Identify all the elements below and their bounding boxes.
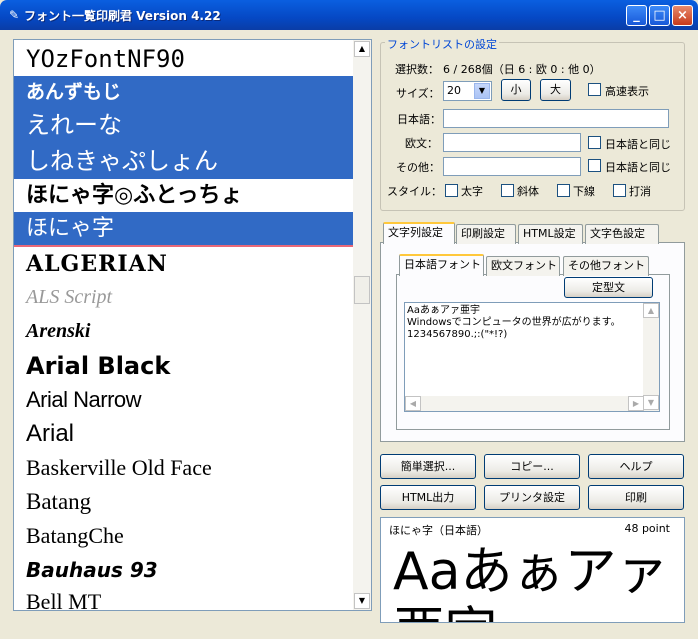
- other-font-label: その他：: [396, 161, 440, 174]
- close-button[interactable]: ×: [672, 5, 693, 26]
- underline-label: 下線: [573, 185, 595, 198]
- tab-string-settings[interactable]: 文字列設定: [383, 222, 455, 244]
- font-list-item[interactable]: Batang: [14, 485, 353, 519]
- chevron-left-icon[interactable]: ◀: [405, 396, 421, 411]
- font-list-item[interactable]: Bauhaus 93: [14, 553, 353, 587]
- chevron-down-icon[interactable]: ▼: [474, 83, 490, 99]
- strike-checkbox[interactable]: [613, 184, 626, 197]
- font-list-item[interactable]: えれーな: [14, 108, 353, 143]
- tab-japanese-font[interactable]: 日本語フォント: [399, 254, 484, 276]
- font-list-settings-label: フォントリストの設定: [385, 36, 499, 52]
- tab-text-color-settings[interactable]: 文字色設定: [585, 224, 659, 244]
- font-preview: ほにゃ字（日本語） 48 point Aaあぁアァ 亜宇: [380, 517, 685, 623]
- scroll-thumb[interactable]: [354, 276, 370, 304]
- sample-text-scrollbar[interactable]: ▲ ▼: [643, 303, 659, 411]
- font-list-item[interactable]: Arenski: [14, 313, 353, 349]
- other-same-checkbox[interactable]: [588, 159, 601, 172]
- bold-checkbox[interactable]: [445, 184, 458, 197]
- font-list[interactable]: YOzFontNF90 あんずもじ えれーな しねきゃぷしょん ほにゃ字◎ふとっ…: [13, 39, 372, 611]
- maximize-button[interactable]: □: [649, 5, 670, 26]
- size-select[interactable]: 20 ▼: [443, 81, 492, 101]
- sample-text-line: 1234567890.;:("*!?): [407, 329, 508, 340]
- window-title: フォント一覧印刷君 Version 4.22: [24, 9, 221, 23]
- tab-html-settings[interactable]: HTML設定: [518, 224, 583, 244]
- scroll-down-button[interactable]: ▼: [354, 593, 370, 609]
- app-icon[interactable]: ✎: [6, 7, 22, 23]
- size-value: 20: [447, 84, 461, 97]
- print-button[interactable]: 印刷: [588, 485, 684, 510]
- font-list-item[interactable]: Baskerville Old Face: [14, 451, 353, 485]
- preview-sample-line: 亜宇: [393, 600, 497, 622]
- chevron-down-icon[interactable]: ▼: [643, 395, 659, 410]
- western-same-checkbox[interactable]: [588, 136, 601, 149]
- preview-sample-line: Aaあぁアァ: [393, 542, 669, 602]
- sample-text-area[interactable]: Aaあぁアァ亜宇 Windowsでコンピュータの世界が広がります。 123456…: [404, 302, 660, 412]
- bold-label: 太字: [461, 185, 483, 198]
- font-list-item[interactable]: Arial Narrow: [14, 383, 353, 417]
- font-list-item[interactable]: Arial Black: [14, 349, 353, 383]
- western-font-label: 欧文：: [405, 137, 438, 150]
- font-list-item[interactable]: あんずもじ: [14, 76, 353, 108]
- italic-checkbox[interactable]: [501, 184, 514, 197]
- sample-text-hscrollbar[interactable]: ◀ ▶: [405, 396, 644, 411]
- tab-western-font[interactable]: 欧文フォント: [486, 256, 560, 276]
- font-list-item[interactable]: YOzFontNF90: [14, 42, 353, 76]
- font-list-scrollbar[interactable]: ▲ ▼: [353, 40, 371, 610]
- japanese-font-label: 日本語：: [397, 113, 441, 126]
- tab-print-settings[interactable]: 印刷設定: [456, 224, 516, 244]
- font-list-item[interactable]: ほにゃ字: [14, 212, 353, 247]
- font-list-item[interactable]: ALGERIAN: [14, 247, 353, 281]
- western-font-field[interactable]: [443, 133, 581, 152]
- easy-select-button[interactable]: 簡単選択...: [380, 454, 476, 479]
- count-value: 6 / 268個（日 6 : 欧 0 : 他 0）: [443, 63, 601, 76]
- fast-display-label: 高速表示: [605, 85, 649, 98]
- size-label: サイズ：: [396, 87, 440, 100]
- underline-checkbox[interactable]: [557, 184, 570, 197]
- minimize-button[interactable]: _: [626, 5, 647, 26]
- font-list-item[interactable]: しねきゃぷしょん: [14, 143, 353, 179]
- font-list-item[interactable]: ほにゃ字◎ふとっちょ: [14, 179, 353, 212]
- count-label: 選択数：: [395, 63, 439, 76]
- html-output-button[interactable]: HTML出力: [380, 485, 476, 510]
- title-bar[interactable]: ✎ フォント一覧印刷君 Version 4.22 _ □ ×: [0, 0, 698, 30]
- sample-text-line: Windowsでコンピュータの世界が広がります。: [407, 317, 621, 328]
- font-list-item[interactable]: Bell MT: [14, 587, 353, 610]
- tab-other-font[interactable]: その他フォント: [563, 256, 649, 276]
- fast-display-checkbox[interactable]: [588, 83, 601, 96]
- font-list-item[interactable]: ALS Script: [14, 281, 353, 313]
- size-small-button[interactable]: 小: [501, 79, 531, 101]
- preview-size-label: 48 point: [624, 522, 670, 535]
- font-list-items: YOzFontNF90 あんずもじ えれーな しねきゃぷしょん ほにゃ字◎ふとっ…: [14, 40, 353, 610]
- scroll-up-button[interactable]: ▲: [354, 41, 370, 57]
- size-large-button[interactable]: 大: [540, 79, 571, 101]
- japanese-font-field[interactable]: [443, 109, 669, 128]
- template-text-button[interactable]: 定型文: [564, 277, 653, 298]
- other-same-label: 日本語と同じ: [605, 161, 671, 174]
- other-font-field[interactable]: [443, 157, 581, 176]
- font-list-item[interactable]: Arial: [14, 417, 353, 451]
- sample-text-line: Aaあぁアァ亜宇: [407, 305, 480, 316]
- strike-label: 打消: [629, 185, 651, 198]
- italic-label: 斜体: [517, 185, 539, 198]
- chevron-right-icon[interactable]: ▶: [628, 396, 644, 411]
- help-button[interactable]: ヘルプ: [588, 454, 684, 479]
- preview-font-label: ほにゃ字（日本語）: [389, 524, 488, 537]
- style-label: スタイル：: [387, 185, 442, 198]
- font-list-item[interactable]: BatangChe: [14, 519, 353, 553]
- copy-button[interactable]: コピー...: [484, 454, 580, 479]
- western-same-label: 日本語と同じ: [605, 138, 671, 151]
- chevron-up-icon[interactable]: ▲: [643, 303, 659, 318]
- printer-settings-button[interactable]: プリンタ設定: [484, 485, 580, 510]
